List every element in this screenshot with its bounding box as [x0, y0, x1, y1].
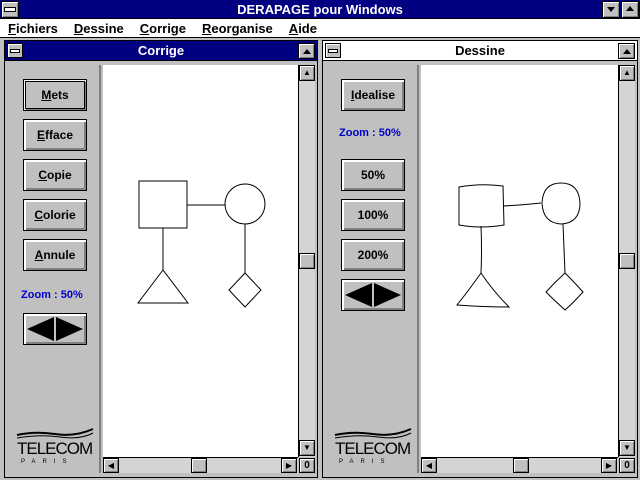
idealise-button[interactable]: Idealise — [341, 79, 405, 111]
scroll-up-button[interactable]: ▲ — [619, 65, 635, 81]
corrige-canvas[interactable] — [103, 65, 298, 457]
drawn-circle — [224, 183, 266, 225]
menu-dessine[interactable]: Dessine — [74, 21, 124, 36]
zoom-200-button[interactable]: 200% — [341, 239, 405, 271]
scroll-right-button[interactable]: ▶ — [281, 458, 297, 473]
zoom-label: Zoom : 50% — [21, 289, 83, 301]
zoom-label: Zoom : 50% — [339, 127, 401, 139]
corrige-window: Corrige Mets Efface Copie Colorie Annule… — [4, 40, 318, 478]
scroll-left-button[interactable]: ◀ — [103, 458, 119, 473]
vertical-scroll-thumb[interactable] — [619, 253, 635, 269]
maximize-icon — [302, 49, 311, 54]
menu-corrige[interactable]: Corrige — [140, 21, 186, 36]
dessine-maximize-button[interactable] — [618, 43, 635, 59]
scroll-down-button[interactable]: ▼ — [619, 440, 635, 456]
sketched-square — [458, 184, 505, 228]
drawn-diamond — [228, 272, 262, 308]
corrige-tool-panel: Mets Efface Copie Colorie Annule Zoom : … — [9, 65, 101, 473]
zoom-50-button[interactable]: 50% — [341, 159, 405, 191]
menu-fichiers[interactable]: Fichiers — [8, 21, 58, 36]
left-right-arrows-icon — [345, 283, 401, 307]
system-menu-icon[interactable] — [1, 1, 19, 18]
maximize-icon — [622, 49, 631, 54]
scroll-right-button[interactable]: ▶ — [601, 458, 617, 473]
scroll-left-button[interactable]: ◀ — [421, 458, 437, 473]
menu-bar: Fichiers Dessine Corrige Reorganise Aide — [0, 19, 640, 38]
dessine-window: Dessine Idealise Zoom : 50% 50% 100% 200… — [322, 40, 638, 478]
telecom-paris-logo: TELECOM PARIS — [333, 425, 413, 469]
drawn-triangle — [136, 269, 190, 304]
vertical-scroll-thumb[interactable] — [299, 253, 315, 269]
dessine-title: Dessine — [455, 43, 505, 58]
sketched-connector-right — [562, 223, 566, 274]
scroll-corner-box: 0 — [299, 458, 315, 473]
mets-button[interactable]: Mets — [23, 79, 87, 111]
zoom-100-button[interactable]: 100% — [341, 199, 405, 231]
scroll-corner-box: 0 — [619, 458, 635, 473]
corrige-maximize-button[interactable] — [298, 43, 315, 59]
corrected-drawing — [136, 180, 266, 308]
menu-reorganise[interactable]: Reorganise — [202, 21, 273, 36]
navigation-arrows[interactable] — [23, 313, 87, 345]
annule-button[interactable]: Annule — [23, 239, 87, 271]
dessine-horizontal-scrollbar[interactable]: ◀ ▶ — [421, 457, 618, 473]
horizontal-scroll-thumb[interactable] — [513, 458, 529, 473]
dessine-canvas[interactable] — [421, 65, 618, 457]
minimize-icon — [607, 7, 615, 12]
efface-button[interactable]: Efface — [23, 119, 87, 151]
sketched-circle — [541, 182, 581, 225]
left-right-arrows-icon — [27, 317, 83, 341]
sketched-triangle — [456, 272, 511, 308]
app-title: DERAPAGE pour Windows — [237, 1, 403, 17]
window-menu-icon[interactable] — [7, 43, 23, 58]
freehand-drawing — [456, 182, 584, 311]
dessine-title-bar: Dessine — [323, 41, 637, 61]
window-menu-icon[interactable] — [325, 43, 341, 58]
dessine-vertical-scrollbar[interactable]: ▲ ▼ — [618, 65, 635, 457]
corrige-horizontal-scrollbar[interactable]: ◀ ▶ — [103, 457, 298, 473]
sketched-diamond — [545, 272, 584, 311]
sketched-connector-left — [480, 225, 482, 274]
horizontal-scroll-thumb[interactable] — [191, 458, 207, 473]
scroll-down-button[interactable]: ▼ — [299, 440, 315, 456]
corrige-title: Corrige — [137, 43, 185, 58]
corrige-title-bar: Corrige — [5, 41, 317, 61]
sketched-connector-horizontal — [503, 202, 542, 207]
app-title-bar: DERAPAGE pour Windows — [0, 0, 640, 19]
maximize-button[interactable] — [621, 1, 639, 18]
drawn-square — [138, 180, 188, 229]
navigation-arrows[interactable] — [341, 279, 405, 311]
colorie-button[interactable]: Colorie — [23, 199, 87, 231]
scroll-up-button[interactable]: ▲ — [299, 65, 315, 81]
menu-aide[interactable]: Aide — [289, 21, 317, 36]
maximize-icon — [626, 6, 634, 11]
corrige-vertical-scrollbar[interactable]: ▲ ▼ — [298, 65, 315, 457]
copie-button[interactable]: Copie — [23, 159, 87, 191]
dessine-tool-panel: Idealise Zoom : 50% 50% 100% 200% TELECO… — [327, 65, 419, 473]
telecom-paris-logo: TELECOM PARIS — [15, 425, 95, 469]
minimize-button[interactable] — [602, 1, 620, 18]
